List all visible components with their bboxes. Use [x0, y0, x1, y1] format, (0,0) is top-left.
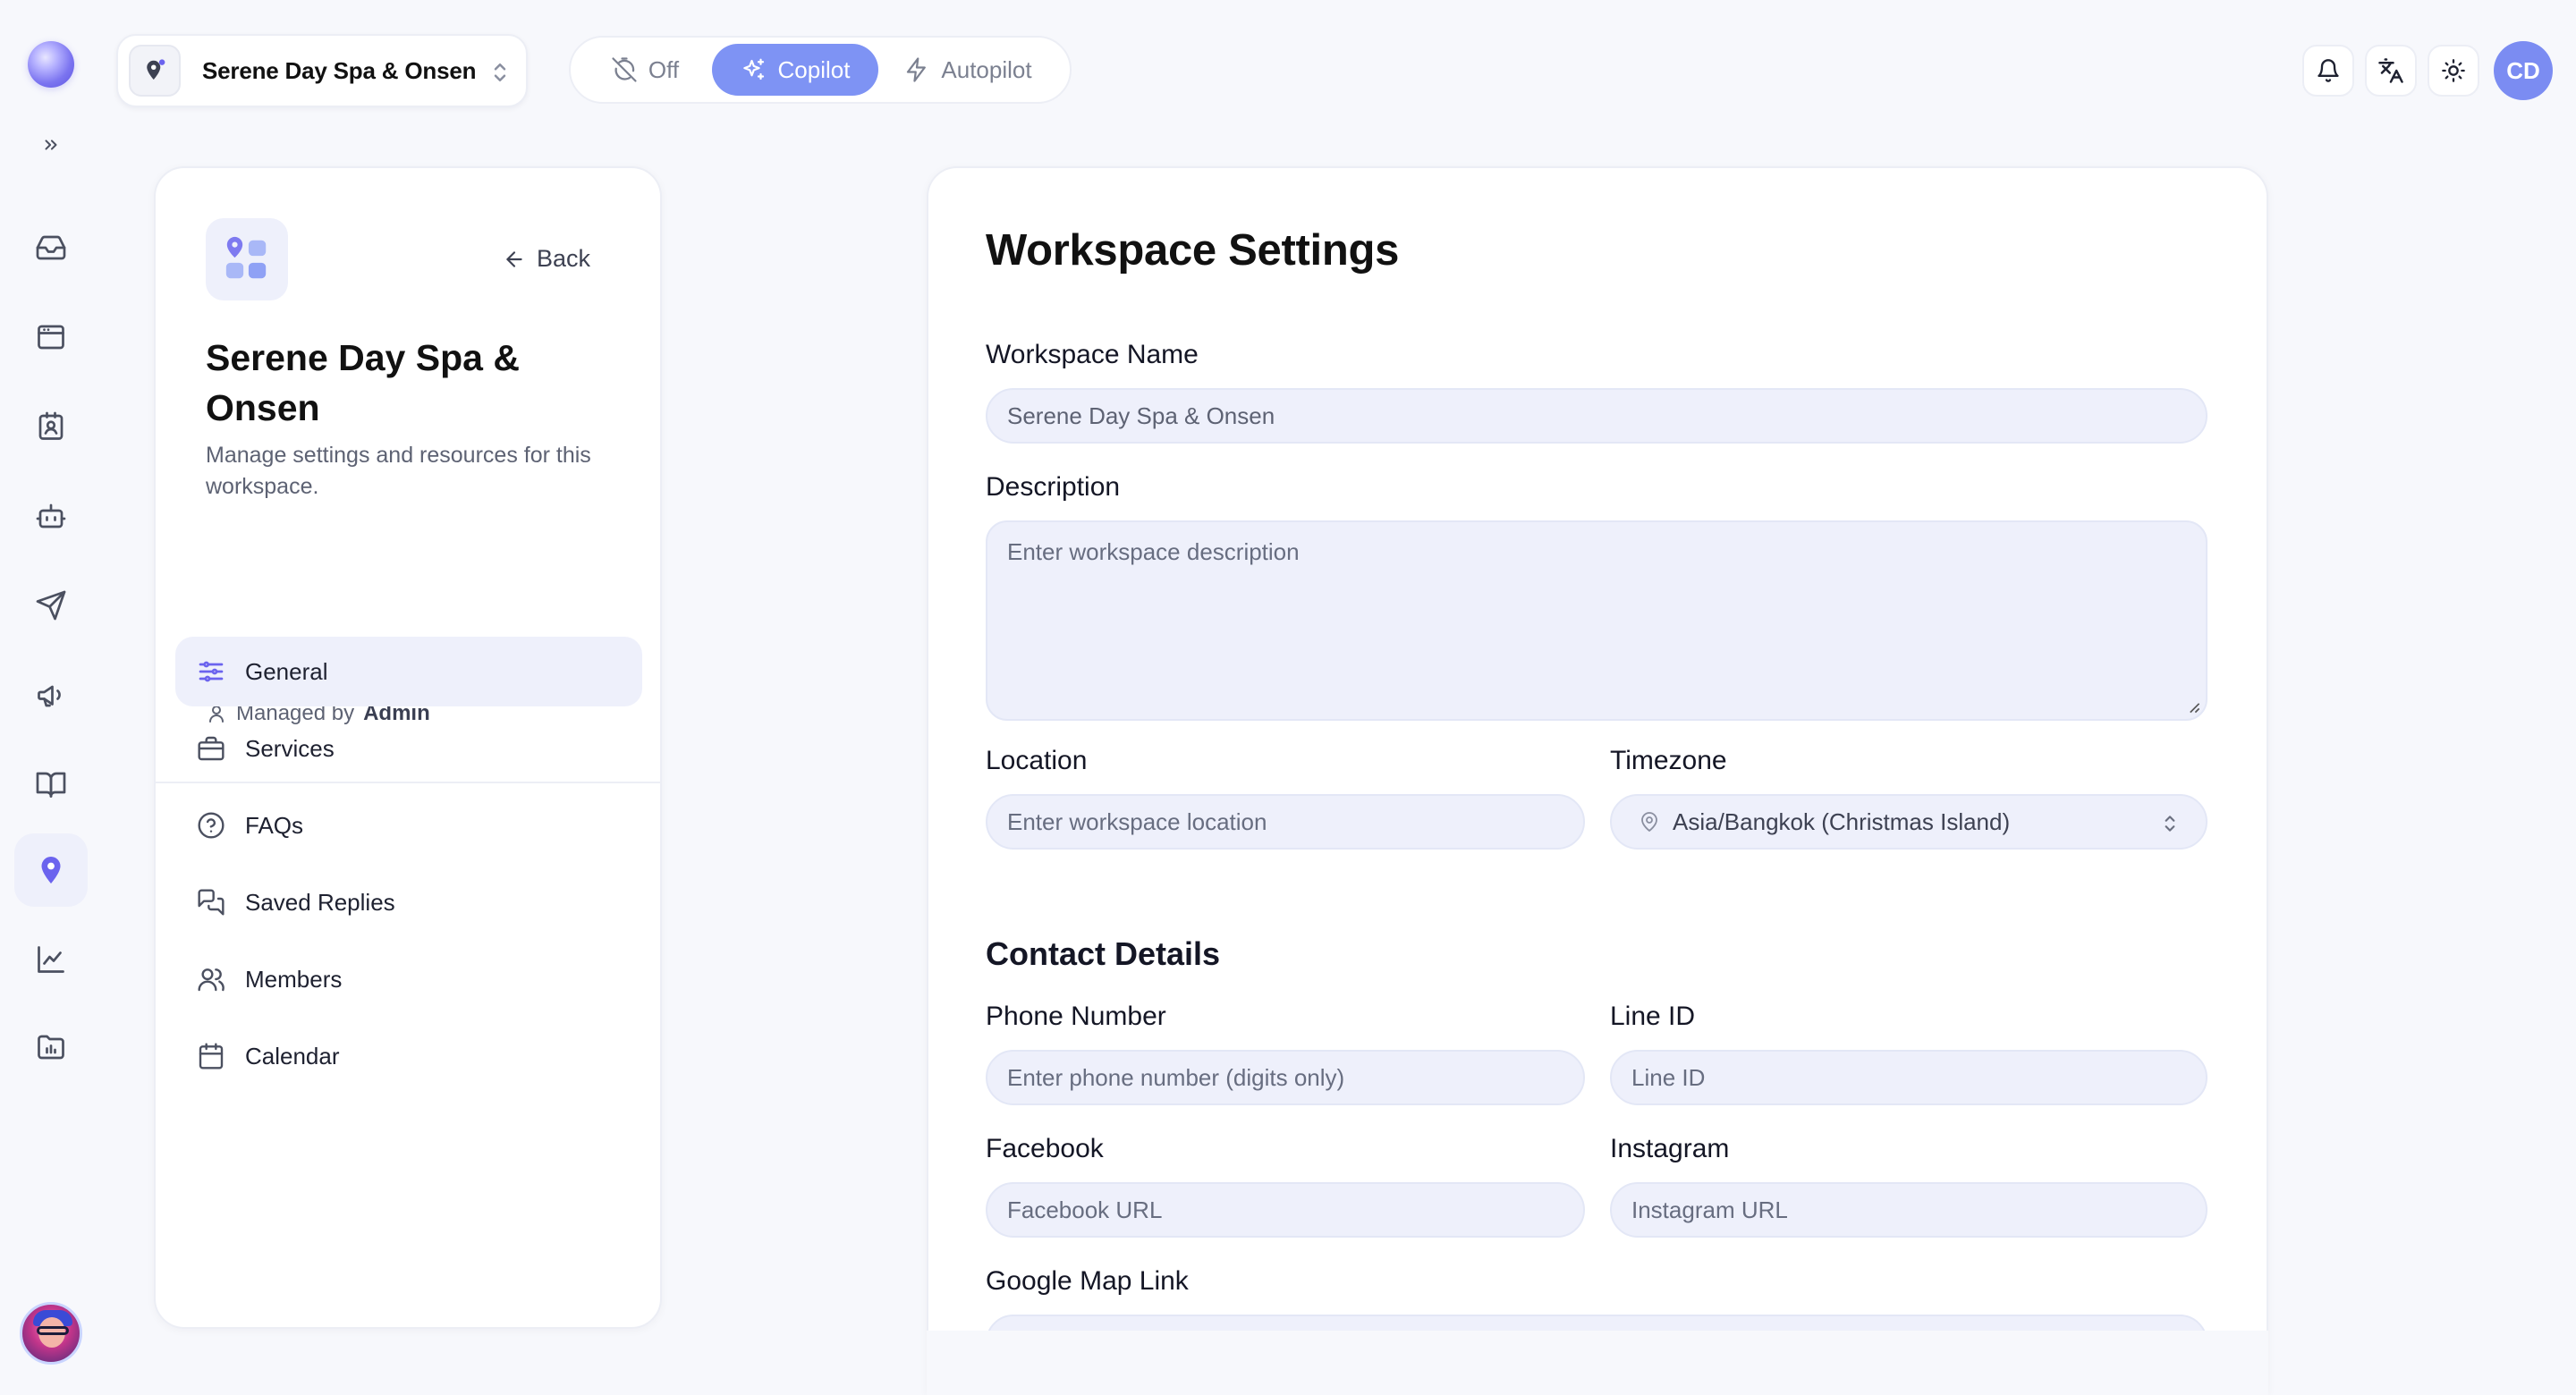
rail-item-knowledge[interactable]	[14, 748, 88, 821]
contact-details-heading: Contact Details	[986, 935, 1221, 972]
rail-item-contacts[interactable]	[14, 390, 88, 463]
timezone-value: Asia/Bangkok (Christmas Island)	[1673, 807, 2011, 835]
chat-bubbles-icon	[198, 889, 225, 916]
instagram-input[interactable]: Instagram URL	[1610, 1182, 2207, 1238]
workspace-switcher[interactable]: Serene Day Spa & Onsen	[116, 34, 528, 107]
chevron-up-down-icon	[2165, 816, 2175, 832]
nav-item-label: Calendar	[245, 1042, 340, 1070]
nav-item-label: FAQs	[245, 811, 304, 839]
back-label: Back	[537, 245, 591, 272]
chevron-up-down-icon	[494, 63, 506, 81]
book-icon	[36, 772, 66, 798]
map-pin-icon	[41, 857, 61, 884]
description-placeholder: Enter workspace description	[1007, 538, 1300, 565]
rail-item-campaigns[interactable]	[14, 658, 88, 731]
rail-item-reports[interactable]	[14, 1010, 88, 1084]
workspace-description: Manage settings and resources for this w…	[206, 443, 591, 499]
nav-item-general[interactable]: General	[175, 637, 642, 706]
facebook-input[interactable]: Facebook URL	[986, 1182, 1585, 1238]
help-circle-icon	[198, 812, 225, 839]
user-avatar[interactable]: CD	[2494, 41, 2553, 100]
mode-autopilot-button[interactable]: Autopilot	[878, 44, 1057, 96]
briefcase-icon	[198, 736, 225, 761]
chevrons-right-icon	[45, 140, 57, 150]
timezone-label: Timezone	[1610, 746, 1727, 775]
rail-item-browser[interactable]	[14, 300, 88, 374]
workspace-grid-icon	[206, 218, 288, 300]
rail-item-bots[interactable]	[14, 479, 88, 553]
folder-chart-icon	[38, 1035, 64, 1060]
line-id-label: Line ID	[1610, 1002, 1696, 1031]
nav-item-saved-replies[interactable]: Saved Replies	[175, 867, 642, 937]
bot-icon	[36, 503, 66, 528]
back-button[interactable]: Back	[503, 245, 590, 273]
rail-item-workspaces[interactable]	[14, 833, 88, 907]
users-icon	[198, 968, 225, 992]
resize-handle-icon[interactable]	[2188, 701, 2200, 714]
nav-item-services[interactable]: Services	[175, 714, 642, 783]
theme-toggle-button[interactable]	[2428, 45, 2479, 97]
app-logo[interactable]	[28, 41, 74, 88]
mode-off-label: Off	[648, 55, 680, 83]
sun-icon	[2442, 59, 2465, 82]
phone-label: Phone Number	[986, 1002, 1166, 1031]
map-pin-outline-icon	[1641, 812, 1657, 832]
location-input[interactable]: Enter workspace location	[986, 794, 1585, 850]
nav-item-label: Saved Replies	[245, 888, 395, 916]
phone-input[interactable]: Enter phone number (digits only)	[986, 1050, 1585, 1105]
line-id-input[interactable]: Line ID	[1610, 1050, 2207, 1105]
ai-mode-toggle: Off Copilot Autopilot	[569, 36, 1072, 104]
mode-autopilot-label: Autopilot	[941, 55, 1032, 83]
workspace-pin-icon	[129, 45, 181, 97]
send-icon	[36, 590, 66, 621]
nav-item-label: Members	[245, 965, 343, 993]
user-profile-avatar[interactable]	[20, 1302, 82, 1365]
language-button[interactable]	[2365, 45, 2417, 97]
nav-item-label: General	[245, 657, 328, 685]
megaphone-icon	[38, 685, 61, 707]
line-chart-icon	[38, 946, 64, 973]
rail-item-broadcast[interactable]	[14, 569, 88, 642]
workspace-switcher-name: Serene Day Spa & Onsen	[202, 56, 477, 84]
bolt-icon	[907, 57, 927, 82]
notifications-button[interactable]	[2302, 45, 2354, 97]
rail-item-inbox[interactable]	[14, 211, 88, 284]
instagram-label: Instagram	[1610, 1134, 1730, 1163]
nav-item-members[interactable]: Members	[175, 944, 642, 1014]
mode-copilot-label: Copilot	[777, 55, 851, 83]
nav-item-calendar[interactable]: Calendar	[175, 1021, 642, 1091]
left-rail	[0, 0, 102, 1395]
rail-item-analytics[interactable]	[14, 923, 88, 996]
expand-sidebar-button[interactable]	[36, 130, 66, 160]
nav-item-faqs[interactable]: FAQs	[175, 790, 642, 860]
timezone-select[interactable]: Asia/Bangkok (Christmas Island)	[1610, 794, 2207, 850]
nav-item-label: Services	[245, 734, 335, 762]
sparkles-icon	[742, 58, 764, 80]
mode-copilot-button[interactable]: Copilot	[712, 44, 878, 96]
arrow-left-icon	[506, 250, 522, 267]
workspace-title: Serene Day Spa & Onsen	[206, 337, 520, 428]
description-textarea[interactable]: Enter workspace description	[986, 520, 2207, 721]
page-bottom-fade	[927, 1331, 2268, 1395]
calendar-icon	[199, 1043, 224, 1070]
bell-icon	[2318, 59, 2339, 82]
location-label: Location	[986, 746, 1088, 775]
page-title: Workspace Settings	[986, 226, 1400, 275]
workspace-settings-card: Workspace Settings Workspace Name Serene…	[927, 166, 2268, 1395]
translate-icon	[2378, 58, 2403, 83]
workspace-name-label: Workspace Name	[986, 340, 1199, 369]
mode-off-button[interactable]: Off	[578, 44, 712, 96]
inbox-icon	[36, 235, 66, 260]
contact-card-icon	[38, 411, 64, 440]
timer-off-icon	[612, 57, 637, 82]
facebook-label: Facebook	[986, 1134, 1104, 1163]
workspace-name-input[interactable]: Serene Day Spa & Onsen	[986, 388, 2207, 444]
description-label: Description	[986, 472, 1121, 502]
workspace-sidebar: Back Serene Day Spa & Onsen Manage setti…	[154, 166, 662, 1329]
sliders-icon	[199, 661, 224, 682]
browser-window-icon	[38, 325, 64, 350]
google-map-label: Google Map Link	[986, 1266, 1189, 1296]
